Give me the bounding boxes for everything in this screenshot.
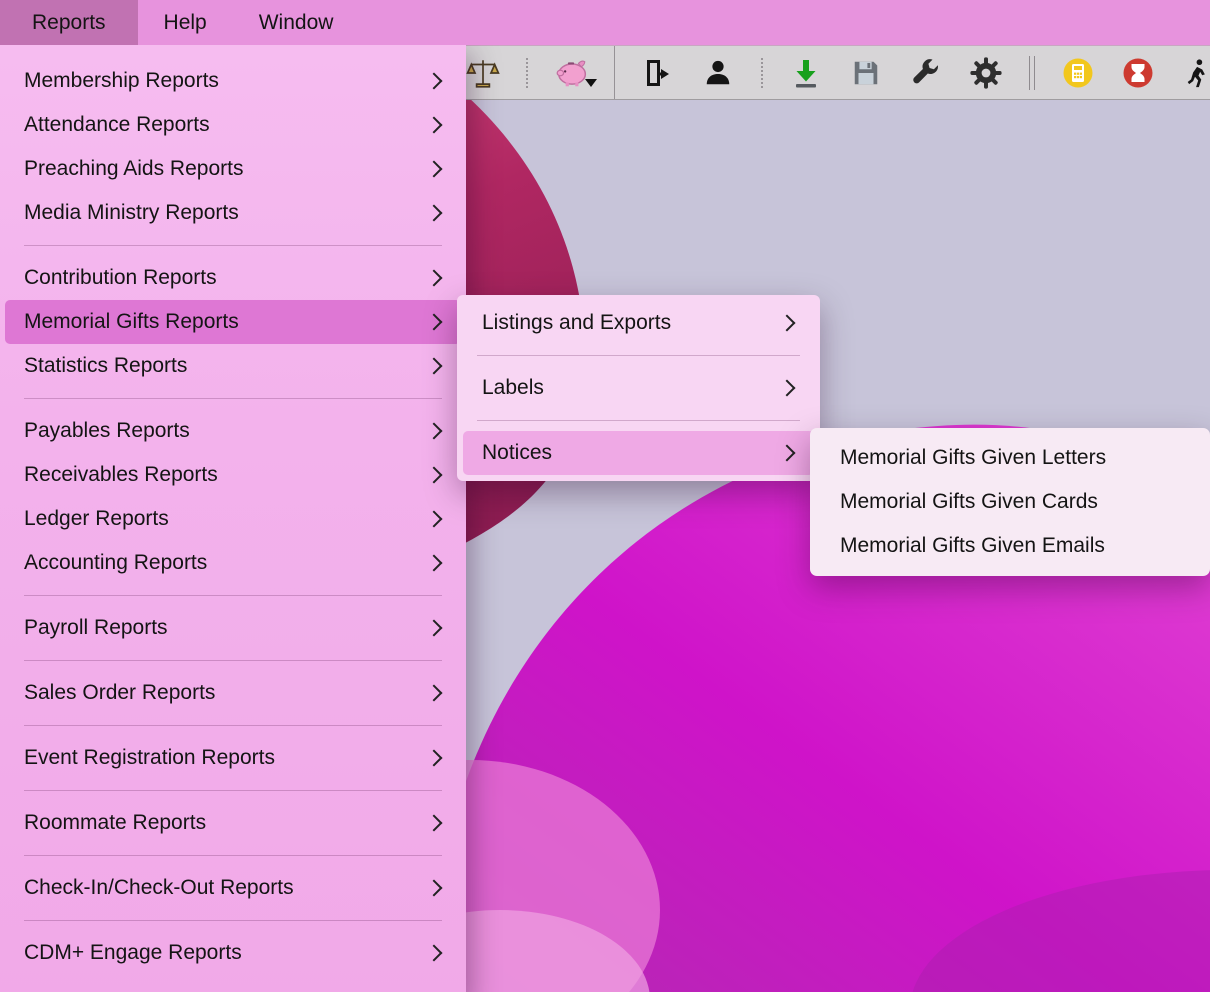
menu-item-ledger-reports[interactable]: Ledger Reports xyxy=(5,497,461,541)
menu-item-memorial-gifts-given-letters[interactable]: Memorial Gifts Given Letters xyxy=(816,436,1204,480)
menu-item-accounting-reports[interactable]: Accounting Reports xyxy=(5,541,461,585)
menu-separator xyxy=(477,420,800,421)
piggy-bank-icon[interactable] xyxy=(554,56,588,90)
menubar-item-label: Window xyxy=(259,11,334,35)
menu-separator xyxy=(24,398,442,399)
menu-item-attendance-reports[interactable]: Attendance Reports xyxy=(5,103,461,147)
menu-separator xyxy=(24,245,442,246)
memorial-gifts-submenu: Listings and Exports Labels Notices xyxy=(457,295,820,481)
walking-person-icon[interactable] xyxy=(1181,56,1210,90)
menubar-item-reports[interactable]: Reports xyxy=(0,0,138,45)
hourglass-icon[interactable] xyxy=(1121,56,1155,90)
reports-menu: Membership Reports Attendance Reports Pr… xyxy=(0,45,466,992)
chevron-right-icon xyxy=(426,73,443,90)
download-icon[interactable] xyxy=(789,56,823,90)
toolbar-dotted-separator xyxy=(761,58,763,88)
chevron-right-icon xyxy=(779,445,796,462)
menubar-item-label: Reports xyxy=(32,11,106,35)
person-icon[interactable] xyxy=(701,56,735,90)
menu-item-check-in-check-out-reports[interactable]: Check-In/Check-Out Reports xyxy=(5,866,461,910)
menu-item-memorial-gifts-given-cards[interactable]: Memorial Gifts Given Cards xyxy=(816,480,1204,524)
chevron-right-icon xyxy=(426,205,443,222)
menu-item-payroll-reports[interactable]: Payroll Reports xyxy=(5,606,461,650)
menubar: Reports Help Window xyxy=(0,0,1210,45)
chevron-right-icon xyxy=(426,161,443,178)
menu-separator xyxy=(477,355,800,356)
menu-item-memorial-gifts-given-emails[interactable]: Memorial Gifts Given Emails xyxy=(816,524,1204,568)
chevron-right-icon xyxy=(426,945,443,962)
menu-item-labels[interactable]: Labels xyxy=(463,366,814,410)
dropdown-caret-icon xyxy=(585,79,597,87)
menu-item-statistics-reports[interactable]: Statistics Reports xyxy=(5,344,461,388)
menu-item-cdm-engage-reports[interactable]: CDM+ Engage Reports xyxy=(5,931,461,975)
menu-item-membership-reports[interactable]: Membership Reports xyxy=(5,59,461,103)
chevron-right-icon xyxy=(426,270,443,287)
menu-item-roommate-reports[interactable]: Roommate Reports xyxy=(5,801,461,845)
menu-separator xyxy=(24,660,442,661)
menubar-item-help[interactable]: Help xyxy=(138,0,233,45)
toolbar-double-separator xyxy=(1029,56,1035,90)
menu-item-notices[interactable]: Notices xyxy=(463,431,814,475)
chevron-right-icon xyxy=(426,423,443,440)
exit-door-icon[interactable] xyxy=(641,56,675,90)
menu-item-memorial-gifts-reports[interactable]: Memorial Gifts Reports xyxy=(5,300,461,344)
menu-separator xyxy=(24,790,442,791)
menubar-item-label: Help xyxy=(164,11,207,35)
chevron-right-icon xyxy=(779,380,796,397)
menu-item-contribution-reports[interactable]: Contribution Reports xyxy=(5,256,461,300)
toolbar-dotted-separator xyxy=(526,58,528,88)
calculator-icon[interactable] xyxy=(1061,56,1095,90)
scales-icon[interactable] xyxy=(466,56,500,90)
notices-submenu: Memorial Gifts Given Letters Memorial Gi… xyxy=(810,428,1210,576)
chevron-right-icon xyxy=(426,685,443,702)
menu-item-media-ministry-reports[interactable]: Media Ministry Reports xyxy=(5,191,461,235)
menu-separator xyxy=(24,595,442,596)
menu-item-event-registration-reports[interactable]: Event Registration Reports xyxy=(5,736,461,780)
chevron-right-icon xyxy=(426,815,443,832)
chevron-right-icon xyxy=(426,117,443,134)
chevron-right-icon xyxy=(426,555,443,572)
screen: Reports Help Window Membership Reports A… xyxy=(0,0,1210,992)
chevron-right-icon xyxy=(426,314,443,331)
chevron-right-icon xyxy=(426,467,443,484)
chevron-right-icon xyxy=(426,880,443,897)
menu-item-sales-order-reports[interactable]: Sales Order Reports xyxy=(5,671,461,715)
toolbar-section-separator xyxy=(614,46,615,99)
gear-icon[interactable] xyxy=(969,56,1003,90)
menu-separator xyxy=(24,920,442,921)
save-icon[interactable] xyxy=(849,56,883,90)
chevron-right-icon xyxy=(426,620,443,637)
chevron-right-icon xyxy=(426,511,443,528)
chevron-right-icon xyxy=(426,750,443,767)
menu-item-receivables-reports[interactable]: Receivables Reports xyxy=(5,453,461,497)
menu-separator xyxy=(24,725,442,726)
menu-item-listings-and-exports[interactable]: Listings and Exports xyxy=(463,301,814,345)
menu-separator xyxy=(24,855,442,856)
chevron-right-icon xyxy=(779,315,796,332)
menu-item-payables-reports[interactable]: Payables Reports xyxy=(5,409,461,453)
menubar-item-window[interactable]: Window xyxy=(233,0,360,45)
wrench-icon[interactable] xyxy=(909,56,943,90)
menu-item-preaching-aids-reports[interactable]: Preaching Aids Reports xyxy=(5,147,461,191)
chevron-right-icon xyxy=(426,358,443,375)
